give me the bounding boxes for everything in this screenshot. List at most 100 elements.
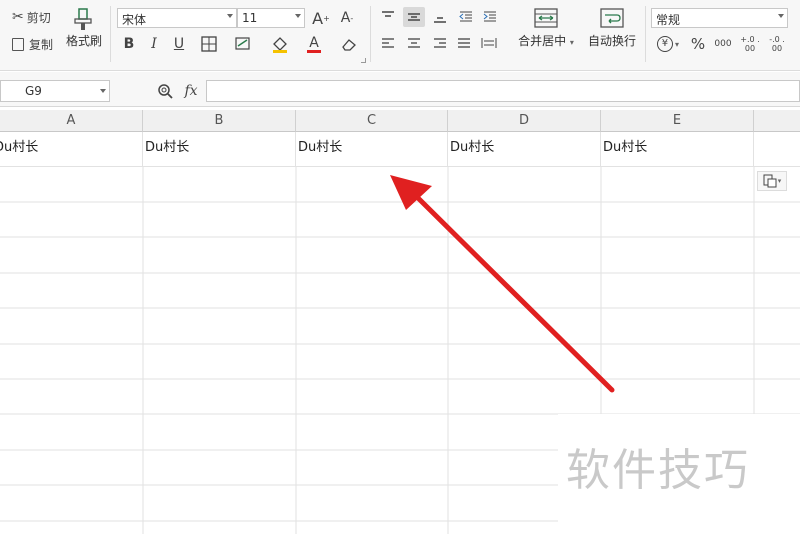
align-bottom-button[interactable] bbox=[430, 8, 450, 26]
italic-icon: I bbox=[151, 36, 157, 52]
formula-input[interactable] bbox=[206, 80, 800, 102]
column-label: C bbox=[366, 113, 377, 128]
increase-indent-button[interactable] bbox=[480, 8, 500, 26]
borders-button[interactable] bbox=[196, 35, 222, 53]
align-center-icon bbox=[408, 38, 420, 48]
chevron-down-icon bbox=[100, 89, 106, 93]
distributed-align-icon bbox=[481, 38, 497, 48]
format-painter-button[interactable]: 格式刷 bbox=[64, 6, 104, 56]
font-size-value: 11 bbox=[242, 11, 258, 25]
paint-bucket-icon bbox=[273, 37, 287, 53]
chevron-down-icon: ▾ bbox=[569, 38, 574, 47]
merge-center-label: 合并居中 bbox=[518, 34, 567, 48]
align-top-button[interactable] bbox=[378, 8, 398, 26]
scissors-icon: ✂ bbox=[12, 9, 24, 25]
paste-options-button[interactable]: ▾ bbox=[757, 171, 787, 191]
wrap-text-button[interactable]: 自动换行 bbox=[582, 6, 642, 56]
cell-style-button[interactable] bbox=[230, 35, 256, 53]
increase-decimal-button[interactable]: +.0 .00 bbox=[738, 33, 762, 55]
increase-decimal-icon: +.0 .00 bbox=[740, 35, 760, 53]
cut-button[interactable]: ✂ 剪切 bbox=[12, 8, 51, 26]
cell-text: Du村长 bbox=[603, 140, 648, 155]
chevron-down-icon: ▾ bbox=[674, 39, 679, 49]
cell-style-icon bbox=[235, 37, 250, 50]
align-right-button[interactable] bbox=[430, 34, 450, 52]
column-header-f[interactable] bbox=[754, 110, 800, 132]
increase-font-button[interactable]: A + bbox=[311, 8, 331, 28]
wrap-text-label: 自动换行 bbox=[587, 34, 636, 48]
copy-icon bbox=[12, 37, 24, 51]
group-divider bbox=[370, 6, 371, 62]
align-bottom-icon bbox=[434, 17, 446, 23]
column-label: A bbox=[66, 113, 76, 128]
insert-function-button[interactable]: fx bbox=[180, 81, 202, 101]
copy-label: 复制 bbox=[29, 37, 54, 52]
copy-button[interactable]: 复制 bbox=[12, 35, 53, 53]
currency-icon: ¥ bbox=[656, 36, 673, 52]
chevron-down-icon bbox=[778, 14, 784, 18]
column-header-d[interactable]: D bbox=[448, 110, 601, 132]
column-header-c[interactable]: C bbox=[296, 110, 448, 132]
font-color-swatch bbox=[307, 49, 321, 53]
cell-a1[interactable]: Du村长 bbox=[0, 132, 143, 167]
underline-button[interactable]: U bbox=[170, 34, 188, 54]
font-size-select[interactable]: 11 bbox=[237, 8, 305, 28]
percent-button[interactable]: % bbox=[688, 34, 708, 54]
cell-c1[interactable]: Du村长 bbox=[296, 132, 448, 167]
thousands-icon: 000 bbox=[714, 39, 732, 49]
cell-d1[interactable]: Du村长 bbox=[448, 132, 601, 167]
align-center-button[interactable] bbox=[404, 34, 424, 52]
number-format-select[interactable]: 常规 bbox=[651, 8, 788, 28]
zoom-lookup-button[interactable] bbox=[156, 82, 174, 100]
percent-icon: % bbox=[690, 35, 706, 53]
chevron-down-icon bbox=[227, 14, 233, 18]
indent-icon bbox=[483, 11, 496, 22]
font-color-button[interactable]: A bbox=[302, 33, 326, 55]
underline-icon: U bbox=[173, 36, 185, 52]
align-middle-icon bbox=[408, 13, 420, 21]
font-name-value: 宋体 bbox=[122, 13, 147, 27]
cell-reference: G9 bbox=[25, 84, 42, 98]
decrease-decimal-button[interactable]: -.0 .00 bbox=[765, 33, 789, 55]
name-box[interactable]: G9 bbox=[0, 80, 110, 102]
number-format-value: 常规 bbox=[656, 13, 681, 27]
fill-color-button[interactable] bbox=[266, 34, 294, 54]
border-grid-icon bbox=[201, 36, 217, 52]
align-middle-button[interactable] bbox=[403, 7, 425, 27]
wrap-text-icon bbox=[600, 8, 624, 28]
justify-icon bbox=[458, 38, 470, 48]
align-left-button[interactable] bbox=[378, 34, 398, 52]
paste-options-icon bbox=[763, 174, 777, 188]
cell-f1[interactable] bbox=[754, 132, 800, 167]
merge-center-button[interactable]: 合并居中 ▾ bbox=[514, 6, 578, 56]
distributed-button[interactable] bbox=[479, 34, 499, 52]
outdent-icon bbox=[459, 11, 472, 22]
decrease-indent-button[interactable] bbox=[456, 8, 476, 26]
watermark-text: 软件技巧 bbox=[566, 445, 750, 496]
justify-button[interactable] bbox=[454, 34, 474, 52]
align-right-icon bbox=[434, 38, 446, 48]
group-divider bbox=[110, 6, 111, 62]
bold-button[interactable]: B bbox=[120, 34, 138, 54]
thousands-button[interactable]: 000 bbox=[711, 34, 735, 54]
column-header-b[interactable]: B bbox=[143, 110, 296, 132]
cell-e1[interactable]: Du村长 bbox=[601, 132, 754, 167]
ribbon: ✂ 剪切 复制 格式刷 宋体 11 A + A- B I U A 合并居中 ▾ … bbox=[0, 0, 800, 71]
font-name-select[interactable]: 宋体 bbox=[117, 8, 237, 28]
cell-b1[interactable]: Du村长 bbox=[143, 132, 296, 167]
font-dialog-launcher[interactable] bbox=[361, 58, 366, 63]
bold-icon: B bbox=[123, 36, 135, 52]
decrease-font-button[interactable]: A- bbox=[337, 8, 357, 28]
column-header-e[interactable]: E bbox=[601, 110, 754, 132]
italic-button[interactable]: I bbox=[145, 34, 163, 54]
fx-icon: fx bbox=[184, 83, 198, 99]
column-header-a[interactable]: A bbox=[0, 110, 143, 132]
format-painter-label: 格式刷 bbox=[65, 34, 102, 48]
increase-font-icon: A bbox=[312, 8, 324, 28]
column-label: B bbox=[214, 113, 224, 128]
currency-button[interactable]: ¥ ▾ bbox=[654, 34, 682, 54]
clear-button[interactable] bbox=[336, 34, 362, 54]
column-label: D bbox=[518, 113, 529, 128]
column-label: E bbox=[672, 113, 682, 128]
magnifier-icon bbox=[158, 84, 173, 99]
